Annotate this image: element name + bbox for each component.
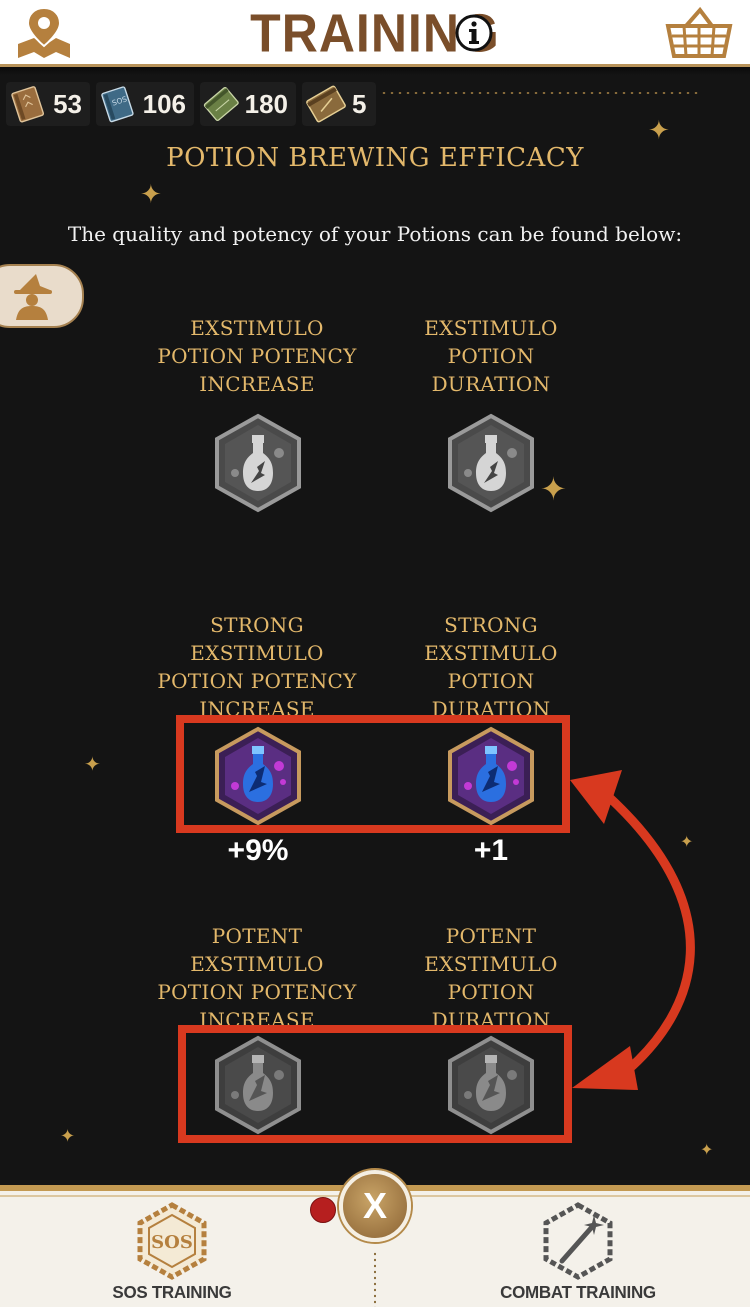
combat-training-tab[interactable]: COMBAT TRAINING <box>478 1201 678 1302</box>
book-counter-brown[interactable]: 53 <box>6 82 90 126</box>
sos-badge-icon: SOS <box>137 1202 207 1280</box>
double-arrow-annotation <box>570 770 695 1090</box>
sparkle-icon: ✦ <box>140 180 162 210</box>
locked-potion-icon[interactable] <box>213 413 303 513</box>
book-counters: 53 SOS 106 180 5 <box>0 82 750 128</box>
skill-bonus-value: +1 <box>473 834 509 867</box>
wizard-profile-tab[interactable] <box>0 264 84 328</box>
page-title: TRAINING <box>250 2 500 64</box>
skill-label: EXSTIMULO POTION POTENCY INCREASE <box>157 316 357 396</box>
skill-label: STRONG EXSTIMULO POTION POTENCY INCREASE <box>157 613 357 721</box>
section-title: POTION BREWING EFFICACY <box>166 143 584 173</box>
dotted-divider <box>380 92 700 94</box>
book-counter-blue[interactable]: SOS 106 <box>96 82 194 126</box>
tab-label: COMBAT TRAINING <box>500 1282 656 1303</box>
gold-book-icon <box>306 85 346 123</box>
skill-label: POTENT EXSTIMULO POTION POTENCY INCREASE <box>157 924 357 1032</box>
skill-bonus-value: +9% <box>227 834 289 867</box>
brown-book-icon <box>11 86 45 123</box>
skill-label: EXSTIMULO POTION DURATION <box>424 316 558 396</box>
notification-dot <box>310 1197 336 1223</box>
header-shadow <box>0 67 750 75</box>
blue-sos-book-icon: SOS <box>101 86 134 123</box>
tab-label: SOS TRAINING <box>112 1282 232 1303</box>
section-intro: The quality and potency of your Potions … <box>67 222 683 246</box>
wizard-icon <box>14 274 52 320</box>
book-count: 106 <box>142 88 186 119</box>
wand-icon <box>543 1202 613 1280</box>
book-counter-green[interactable]: 180 <box>200 82 296 126</box>
close-button[interactable]: X <box>339 1170 411 1242</box>
highlight-box <box>178 1025 572 1143</box>
highlight-box <box>176 715 570 833</box>
book-count: 53 <box>53 88 82 119</box>
sparkle-icon: ✦ <box>60 1126 76 1147</box>
locked-potion-icon[interactable] <box>446 413 536 513</box>
sparkle-icon: ✦ <box>84 752 101 776</box>
book-count: 5 <box>352 88 367 119</box>
dotted-divider <box>374 1251 376 1307</box>
sparkle-icon: ✦ <box>700 1140 714 1159</box>
sos-training-tab[interactable]: SOS SOS TRAINING <box>72 1201 272 1302</box>
book-counter-gold[interactable]: 5 <box>302 82 376 126</box>
info-icon[interactable] <box>454 13 494 53</box>
sparkle-icon: ✦ <box>648 116 670 146</box>
top-bar: TRAINING <box>0 0 750 67</box>
green-book-icon <box>203 86 239 122</box>
sparkle-icon: ✦ <box>540 470 567 508</box>
svg-text:SOS: SOS <box>151 1232 193 1253</box>
skill-label: STRONG EXSTIMULO POTION DURATION <box>424 613 558 721</box>
book-count: 180 <box>244 88 288 119</box>
basket-icon[interactable] <box>664 6 734 60</box>
